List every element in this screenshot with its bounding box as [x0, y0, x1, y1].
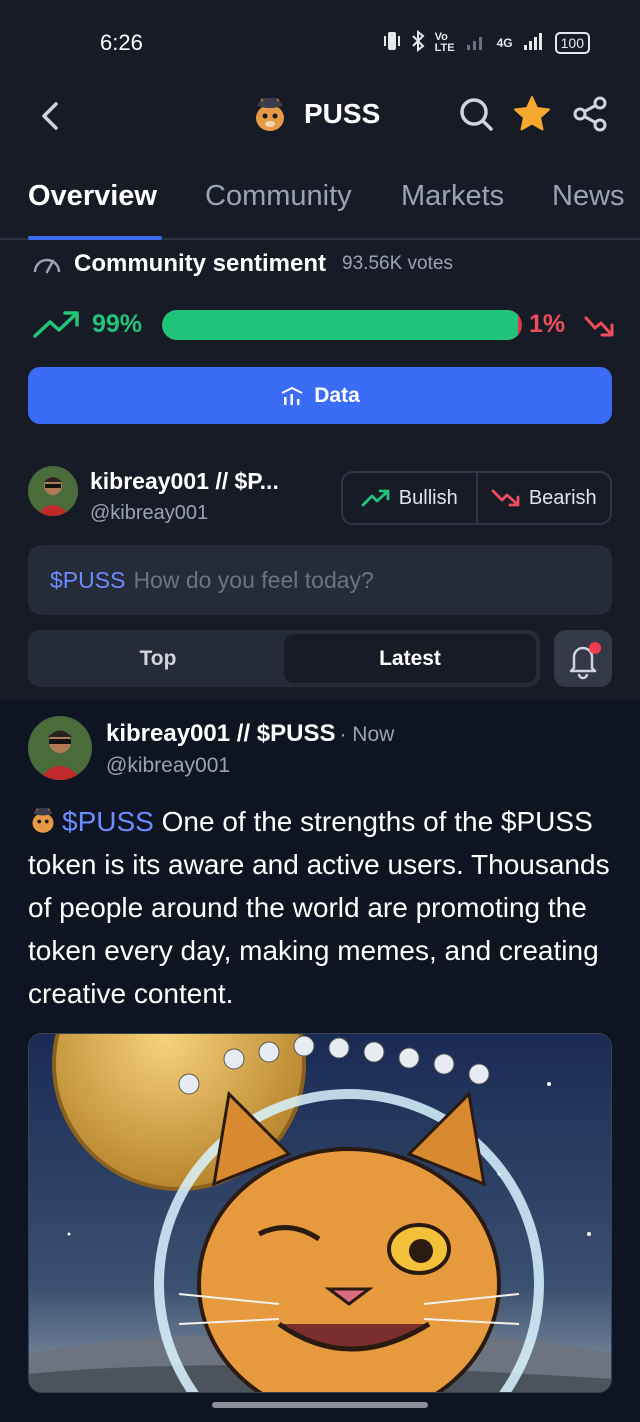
sentiment-bar: [162, 310, 522, 340]
tab-community[interactable]: Community: [205, 180, 352, 213]
vote-count: 93.56K votes: [342, 253, 453, 274]
bearish-label: Bearish: [528, 486, 597, 509]
bullish-label: Bullish: [398, 486, 458, 509]
share-icon: [573, 96, 607, 132]
post-author-name: kibreay001 // $PUSS: [106, 720, 336, 747]
bearish-button[interactable]: Bearish: [475, 473, 611, 523]
trending-down-icon: [491, 489, 520, 507]
sort-latest-button[interactable]: Latest: [284, 634, 536, 683]
compose-placeholder: How do you feel today?: [133, 566, 374, 593]
sentiment-title: Community sentiment: [74, 250, 327, 277]
network-type: 4G: [496, 36, 513, 50]
coin-title: PUSS: [250, 94, 380, 134]
puss-logo-icon: [256, 98, 284, 131]
back-button[interactable]: [36, 96, 66, 136]
current-user-handle: @kibreay001: [90, 502, 209, 524]
post-author: kibreay001 // $PUSS · Now: [106, 720, 394, 748]
notification-button[interactable]: [554, 630, 612, 687]
bullish-button[interactable]: Bullish: [343, 473, 476, 523]
tab-news[interactable]: News: [552, 180, 625, 213]
sort-toggle: Top Latest: [28, 630, 540, 687]
status-bar: 6:26 Vo LTE 4G 100: [0, 0, 640, 86]
search-button[interactable]: [456, 94, 496, 134]
gauge-icon: [33, 258, 61, 274]
data-button-label: Data: [314, 383, 360, 407]
sentiment-header: Community sentiment 93.56K votes: [32, 250, 453, 278]
star-icon: [514, 96, 550, 131]
battery-indicator: 100: [554, 32, 590, 54]
status-icons: Vo LTE 4G 100: [383, 29, 590, 56]
bullish-percent: 99%: [92, 310, 143, 338]
page-title: PUSS: [304, 98, 381, 129]
current-user-row: kibreay001 // $P... @kibreay001 Bullish …: [28, 466, 612, 530]
vibrate-icon: [383, 30, 401, 56]
app-header: PUSS: [0, 86, 640, 166]
tab-markets[interactable]: Markets: [401, 180, 504, 213]
bullish-fill: [162, 310, 519, 340]
chart-icon: [281, 386, 303, 405]
avatar[interactable]: [28, 466, 78, 516]
search-icon: [460, 98, 493, 131]
post-image[interactable]: [28, 1033, 612, 1393]
sentiment-bar-row: 99% 1%: [32, 308, 614, 342]
post-time: · Now: [339, 723, 395, 746]
post-card[interactable]: kibreay001 // $PUSS · Now @kibreay001 $PU…: [0, 700, 640, 1422]
vote-buttons: Bullish Bearish: [341, 471, 612, 525]
post-tag[interactable]: $PUSS: [62, 806, 154, 837]
status-time: 6:26: [100, 30, 143, 55]
bearish-percent: 1%: [529, 310, 566, 338]
bluetooth-icon: [411, 29, 425, 56]
post-avatar[interactable]: [28, 716, 92, 780]
puss-logo-icon: [32, 808, 54, 833]
signal-weak-icon: [465, 31, 487, 55]
share-button[interactable]: [570, 94, 610, 134]
volte-icon: Vo LTE: [434, 31, 455, 54]
home-indicator[interactable]: [212, 1402, 428, 1408]
sort-top-button[interactable]: Top: [32, 634, 284, 683]
current-user-name: kibreay001 // $P...: [90, 468, 279, 494]
chevron-left-icon: [42, 102, 58, 130]
post-body: $PUSS One of the strengths of the $PUSS …: [28, 800, 618, 1015]
favorite-button[interactable]: [512, 94, 552, 134]
tab-bar: Overview Community Markets News: [0, 166, 640, 240]
data-button[interactable]: Data: [28, 367, 612, 424]
post-handle: @kibreay001: [106, 754, 231, 777]
trending-up-icon: [33, 311, 79, 338]
signal-icon: [523, 31, 545, 55]
trending-up-icon: [361, 489, 390, 507]
sentiment-panel: Community sentiment 93.56K votes 99% 1% …: [0, 240, 640, 700]
compose-input[interactable]: $PUSS How do you feel today?: [28, 545, 612, 615]
trending-down-icon: [584, 316, 614, 337]
tab-overview[interactable]: Overview: [28, 180, 157, 213]
bell-icon: [569, 642, 601, 680]
compose-tag: $PUSS: [50, 566, 126, 593]
